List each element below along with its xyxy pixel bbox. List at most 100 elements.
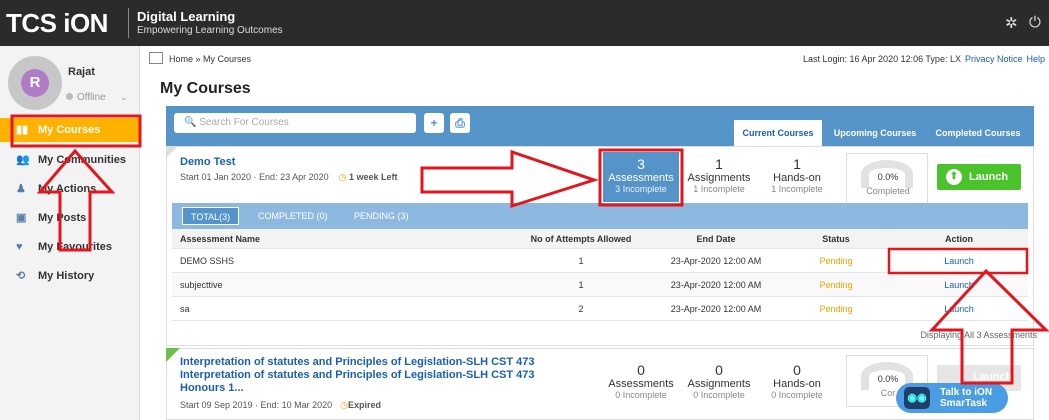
hands-on-stat[interactable]: 0 Hands-on 0 Incomplete (762, 362, 832, 400)
sidebar-item-label: My Communities (38, 154, 127, 166)
menu-toggle-icon[interactable] (149, 52, 163, 64)
search-placeholder: Search For Courses (199, 117, 289, 128)
logo[interactable]: TCS iON (6, 8, 108, 39)
stat-label: Assessments (608, 378, 674, 390)
displaying-count: Displaying All 3 Assessments (920, 330, 1037, 340)
add-course-button[interactable]: + (424, 113, 444, 133)
print-icon[interactable]: ⎙ (450, 113, 470, 133)
user-status-label: Offline (77, 92, 106, 103)
launch-link[interactable]: Launch (892, 297, 1026, 321)
last-login: Last Login: 16 Apr 2020 12:06 Type: LX Pr… (803, 54, 1045, 64)
last-login-text: Last Login: 16 Apr 2020 12:06 Type: LX (803, 54, 961, 64)
sidebar-item-my-actions[interactable]: ♟ My Actions (0, 177, 140, 201)
help-link[interactable]: Help (1026, 54, 1045, 64)
launch-label: Launch (969, 171, 1009, 183)
hands-on-stat[interactable]: 1 Hands-on 1 Incomplete (762, 156, 832, 194)
assessment-name: subjecttive (180, 280, 223, 290)
sidebar-item-my-communities[interactable]: 👥 My Communities (0, 148, 140, 172)
sidebar-item-my-history[interactable]: ⟲ My History (0, 264, 140, 288)
status-badge: Pending (819, 256, 853, 266)
stat-sub: 0 Incomplete (771, 390, 823, 400)
stat-number: 1 (793, 156, 801, 172)
brand-tagline: Empowering Learning Outcomes (137, 25, 283, 36)
status-badge: Pending (819, 304, 853, 314)
tab-total[interactable]: TOTAL(3) (182, 207, 240, 225)
history-icon: ⟲ (16, 270, 26, 282)
sidebar-item-label: My Courses (38, 124, 101, 136)
attempts-allowed: 1 (578, 256, 584, 266)
search-input[interactable]: 🔍 Search For Courses (174, 113, 416, 133)
assessment-name: DEMO SSHS (180, 256, 235, 266)
course-dates: Start 09 Sep 2019 · End: 10 Mar 2020 ◷Exp… (180, 400, 381, 411)
assignments-stat[interactable]: 1 Assignments 1 Incomplete (684, 156, 754, 194)
stat-sub: 3 Incomplete (615, 184, 667, 194)
end-date: 23-Apr-2020 12:00 AM (670, 256, 762, 266)
assignments-stat[interactable]: 0 Assignments 0 Incomplete (684, 362, 754, 400)
sidebar-item-my-favourites[interactable]: ♥ My Favourites (0, 235, 140, 259)
card-corner (166, 348, 180, 362)
table-row: sa 2 23-Apr-2020 12:00 AM Pending Launch (172, 297, 1028, 321)
end-date: 23-Apr-2020 12:00 AM (670, 280, 762, 290)
tab-completed-courses[interactable]: Completed Courses (930, 120, 1026, 146)
sidebar-item-label: My Favourites (38, 241, 112, 253)
course-dates: Start 01 Jan 2020 · End: 23 Apr 2020 ◷ 1 … (180, 172, 398, 183)
card-corner (166, 146, 178, 158)
stat-label: Assignments (687, 172, 751, 184)
course-title[interactable]: Demo Test (180, 156, 235, 168)
stat-number: 0 (793, 362, 801, 378)
clock-icon: ◷ (340, 400, 348, 410)
status-badge: Pending (819, 280, 853, 290)
progress-label: Completed (866, 186, 910, 196)
rocket-icon: ⬆ (946, 169, 962, 185)
stat-label: Assignments (687, 378, 751, 390)
tab-current-courses[interactable]: Current Courses (734, 120, 822, 146)
top-bar: TCS iON Digital Learning Empowering Lear… (0, 0, 1049, 46)
course-date-range: Start 01 Jan 2020 · End: 23 Apr 2020 (180, 172, 329, 182)
assessment-filter-tabs: TOTAL(3) COMPLETED (0) PENDING (3) (172, 203, 1028, 229)
smartask-chat-button[interactable]: ◉◉ Talk to iON SmarTask (896, 383, 1008, 413)
launch-course-button[interactable]: ⬆ Launch (937, 164, 1021, 190)
launch-link[interactable]: Launch (892, 273, 1026, 297)
sidebar-item-label: My History (38, 270, 95, 282)
assessments-stat[interactable]: 3 Assessments 3 Incomplete (606, 156, 676, 194)
clock-icon: ◷ (338, 172, 349, 182)
sidebar-item-my-courses[interactable]: ▮▮ My Courses (0, 118, 140, 142)
person-action-icon: ♟ (16, 183, 26, 195)
people-icon: 👥 (16, 154, 30, 166)
table-header: Assessment Name No of Attempts Allowed E… (172, 229, 1028, 249)
progress-value: 0.0% (877, 172, 899, 182)
tab-pending[interactable]: PENDING (3) (346, 207, 417, 225)
column-header: Status (822, 234, 850, 244)
launch-link[interactable]: Launch (892, 249, 1026, 273)
tab-completed[interactable]: COMPLETED (0) (250, 207, 336, 225)
avatar[interactable]: R (8, 56, 62, 110)
tab-upcoming-courses[interactable]: Upcoming Courses (830, 120, 920, 146)
column-header: End Date (696, 234, 736, 244)
avatar-initial: R (21, 69, 49, 97)
course-date-range: Start 09 Sep 2019 · End: 10 Mar 2020 (180, 400, 333, 410)
stat-sub: 1 Incomplete (771, 184, 823, 194)
sidebar: R Rajat Offline ⌄ ▮▮ My Courses 👥 My Commu… (0, 46, 140, 420)
course-title[interactable]: Interpretation of statutes and Principle… (180, 356, 570, 395)
time-left: 1 week Left (348, 172, 398, 182)
sidebar-item-my-posts[interactable]: ▣ My Posts (0, 206, 140, 230)
end-date: 23-Apr-2020 12:00 AM (670, 304, 762, 314)
assessments-table: Assessment Name No of Attempts Allowed E… (172, 229, 1028, 321)
stat-label: Hands-on (773, 378, 821, 390)
column-header: No of Attempts Allowed (530, 234, 632, 244)
stat-number: 1 (715, 156, 723, 172)
privacy-notice-link[interactable]: Privacy Notice (965, 54, 1023, 64)
assessment-name: sa (180, 304, 190, 314)
breadcrumb-text[interactable]: Home » My Courses (169, 54, 251, 64)
assessments-stat[interactable]: 0 Assessments 0 Incomplete (606, 362, 676, 400)
robot-icon: ◉◉ (904, 387, 930, 409)
status-dot-icon (66, 93, 73, 100)
user-status[interactable]: Offline (66, 92, 106, 103)
settings-icon[interactable]: ✲ (1005, 14, 1018, 32)
chevron-down-icon[interactable]: ⌄ (120, 92, 128, 103)
column-header: Action (945, 234, 973, 244)
heart-icon: ♥ (16, 241, 23, 253)
power-icon[interactable]: ⏻ (1029, 14, 1041, 31)
page-title: My Courses (160, 80, 251, 97)
table-row: DEMO SSHS 1 23-Apr-2020 12:00 AM Pending… (172, 249, 1028, 273)
